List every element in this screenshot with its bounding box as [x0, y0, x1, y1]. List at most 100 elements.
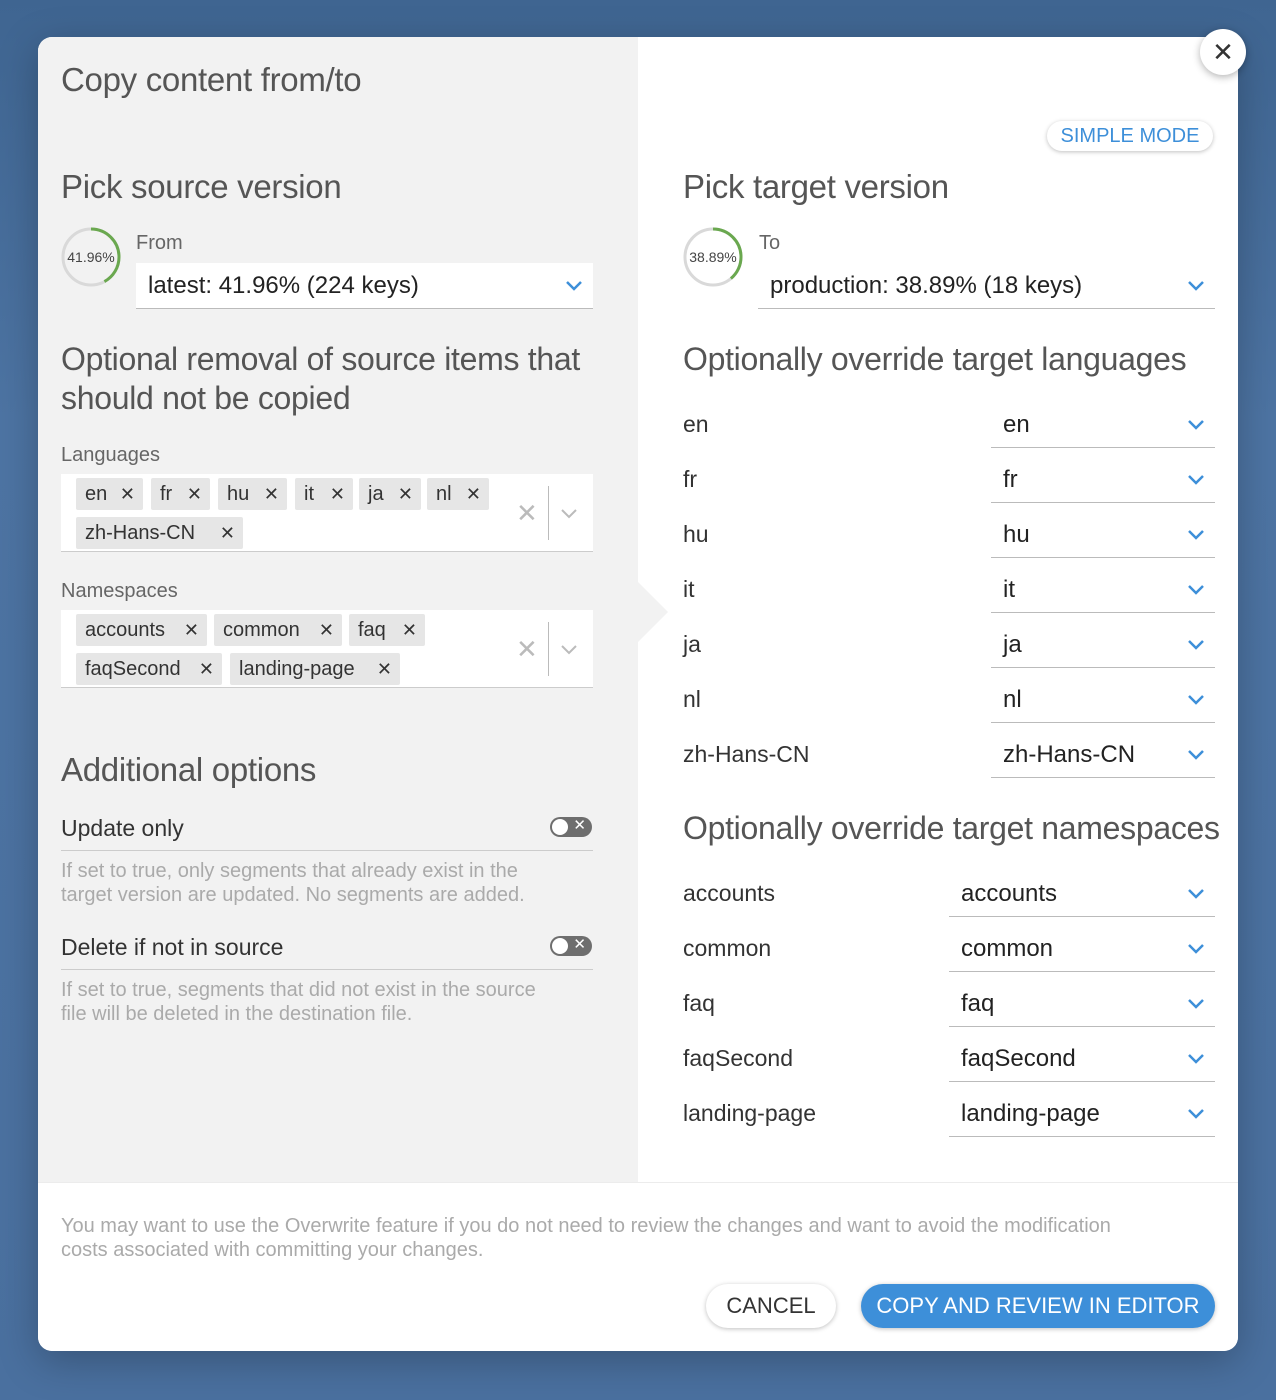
chip-label: en	[85, 483, 108, 505]
panel-arrow	[638, 582, 668, 642]
ns-target-value: landing-page	[961, 1100, 1100, 1127]
source-progress-text: 41.96%	[67, 249, 115, 265]
help-line: If set to true, segments that did not ex…	[61, 979, 536, 1001]
delete-if-not-in-source-toggle[interactable]: ✕	[550, 936, 592, 956]
lang-target-select[interactable]: nl	[991, 678, 1215, 723]
languages-multiselect[interactable]: en ✕ fr ✕ hu ✕ it ✕ ja ✕ nl ✕ zh-Hans-CN ✕ ✕	[61, 474, 593, 552]
remove-x-icon[interactable]: ✕	[402, 614, 417, 646]
chip-label: accounts	[85, 619, 166, 641]
chevron-down-icon[interactable]	[560, 644, 578, 656]
lang-target-select[interactable]: hu	[991, 513, 1215, 558]
remove-x-icon[interactable]: ✕	[220, 517, 235, 549]
target-version-select[interactable]: production: 38.89% (18 keys)	[758, 263, 1215, 309]
language-chip: nl ✕	[427, 478, 489, 510]
remove-x-icon[interactable]: ✕	[264, 478, 279, 510]
chevron-down-icon	[1187, 749, 1205, 761]
override-languages-heading: Optionally override target languages	[683, 341, 1187, 377]
remove-x-icon[interactable]: ✕	[398, 478, 413, 510]
source-version-select[interactable]: latest: 41.96% (224 keys)	[136, 263, 593, 309]
ns-source-label: common	[683, 935, 772, 961]
ns-target-value: faqSecond	[961, 1045, 1076, 1072]
source-version-value: latest: 41.96% (224 keys)	[148, 272, 419, 299]
lang-target-value: fr	[1003, 466, 1018, 493]
lang-target-select[interactable]: ja	[991, 623, 1215, 668]
target-panel: Pick target version 38.89% To production…	[638, 37, 1238, 1182]
help-line: target version are updated. No segments …	[61, 884, 525, 906]
to-label: To	[759, 232, 781, 254]
chip-label: ja	[368, 483, 384, 505]
lang-target-select[interactable]: zh-Hans-CN	[991, 733, 1215, 778]
target-version-value: production: 38.89% (18 keys)	[770, 272, 1083, 299]
close-icon: ✕	[1212, 37, 1234, 67]
chip-label: common	[223, 619, 300, 641]
lang-target-select[interactable]: en	[991, 403, 1215, 448]
chevron-down-icon	[1187, 280, 1205, 292]
ns-target-select[interactable]: common	[949, 927, 1215, 972]
lang-source-label: hu	[683, 521, 709, 547]
delete-if-not-in-source-label: Delete if not in source	[61, 934, 284, 960]
toggle-off-x-icon: ✕	[573, 817, 586, 834]
chevron-down-icon[interactable]	[560, 508, 578, 520]
copy-and-review-button[interactable]: COPY AND REVIEW IN EDITOR	[861, 1284, 1215, 1328]
remove-x-icon[interactable]: ✕	[120, 478, 135, 510]
chevron-down-icon	[1187, 639, 1205, 651]
chevron-down-icon	[1187, 1108, 1205, 1120]
lang-target-value: it	[1003, 576, 1015, 603]
chevron-down-icon	[565, 280, 583, 292]
chevron-down-icon	[1187, 998, 1205, 1010]
ns-target-select[interactable]: faq	[949, 982, 1215, 1027]
languages-label: Languages	[61, 444, 160, 466]
cancel-button[interactable]: CANCEL	[706, 1284, 836, 1328]
target-heading: Pick target version	[683, 168, 949, 205]
lang-target-value: ja	[1003, 631, 1022, 658]
remove-x-icon[interactable]: ✕	[184, 614, 199, 646]
override-namespaces-heading: Optionally override target namespaces	[683, 810, 1220, 846]
remove-x-icon[interactable]: ✕	[466, 478, 481, 510]
lang-source-label: en	[683, 411, 709, 437]
chevron-down-icon	[1187, 529, 1205, 541]
close-dialog-button[interactable]: ✕	[1200, 29, 1246, 75]
update-only-label: Update only	[61, 815, 184, 841]
chevron-down-icon	[1187, 943, 1205, 955]
chip-label: zh-Hans-CN	[85, 522, 196, 544]
lang-target-value: en	[1003, 411, 1030, 438]
lang-target-select[interactable]: it	[991, 568, 1215, 613]
help-line: If set to true, only segments that alrea…	[61, 860, 518, 882]
clear-all-x-icon[interactable]: ✕	[516, 634, 538, 665]
lang-source-label: ja	[683, 631, 701, 657]
ns-target-select[interactable]: landing-page	[949, 1092, 1215, 1137]
ns-target-select[interactable]: faqSecond	[949, 1037, 1215, 1082]
clear-all-x-icon[interactable]: ✕	[516, 498, 538, 529]
remove-x-icon[interactable]: ✕	[187, 478, 202, 510]
update-only-toggle[interactable]: ✕	[550, 817, 592, 837]
source-heading: Pick source version	[61, 168, 342, 205]
overwrite-note: You may want to use the Overwrite featur…	[61, 1214, 1211, 1262]
update-only-row: Update only ✕	[61, 815, 593, 851]
remove-x-icon[interactable]: ✕	[319, 614, 334, 646]
remove-x-icon[interactable]: ✕	[199, 653, 214, 685]
chevron-down-icon	[1187, 584, 1205, 596]
namespace-chip: faqSecond ✕	[76, 653, 222, 685]
remove-x-icon[interactable]: ✕	[330, 478, 345, 510]
language-chip: hu ✕	[218, 478, 287, 510]
namespaces-multiselect[interactable]: accounts ✕ common ✕ faq ✕ faqSecond ✕ landin…	[61, 610, 593, 688]
namespace-chip: landing-page ✕	[230, 653, 400, 685]
ns-target-value: faq	[961, 990, 995, 1017]
lang-target-select[interactable]: fr	[991, 458, 1215, 503]
chip-label: it	[304, 483, 314, 505]
ns-source-label: landing-page	[683, 1100, 817, 1126]
language-chip: ja ✕	[359, 478, 421, 510]
ns-target-select[interactable]: accounts	[949, 872, 1215, 917]
chip-label: fr	[160, 483, 173, 505]
removal-heading-line2: should not be copied	[61, 380, 351, 416]
chevron-down-icon	[1187, 888, 1205, 900]
chip-label: nl	[436, 483, 452, 505]
chip-label: hu	[227, 483, 250, 505]
lang-source-label: fr	[683, 466, 698, 492]
simple-mode-button[interactable]: SIMPLE MODE	[1047, 121, 1213, 151]
chevron-down-icon	[1187, 1053, 1205, 1065]
namespace-chip: common ✕	[214, 614, 342, 646]
chevron-down-icon	[1187, 419, 1205, 431]
namespace-chip: accounts ✕	[76, 614, 207, 646]
remove-x-icon[interactable]: ✕	[377, 653, 392, 685]
